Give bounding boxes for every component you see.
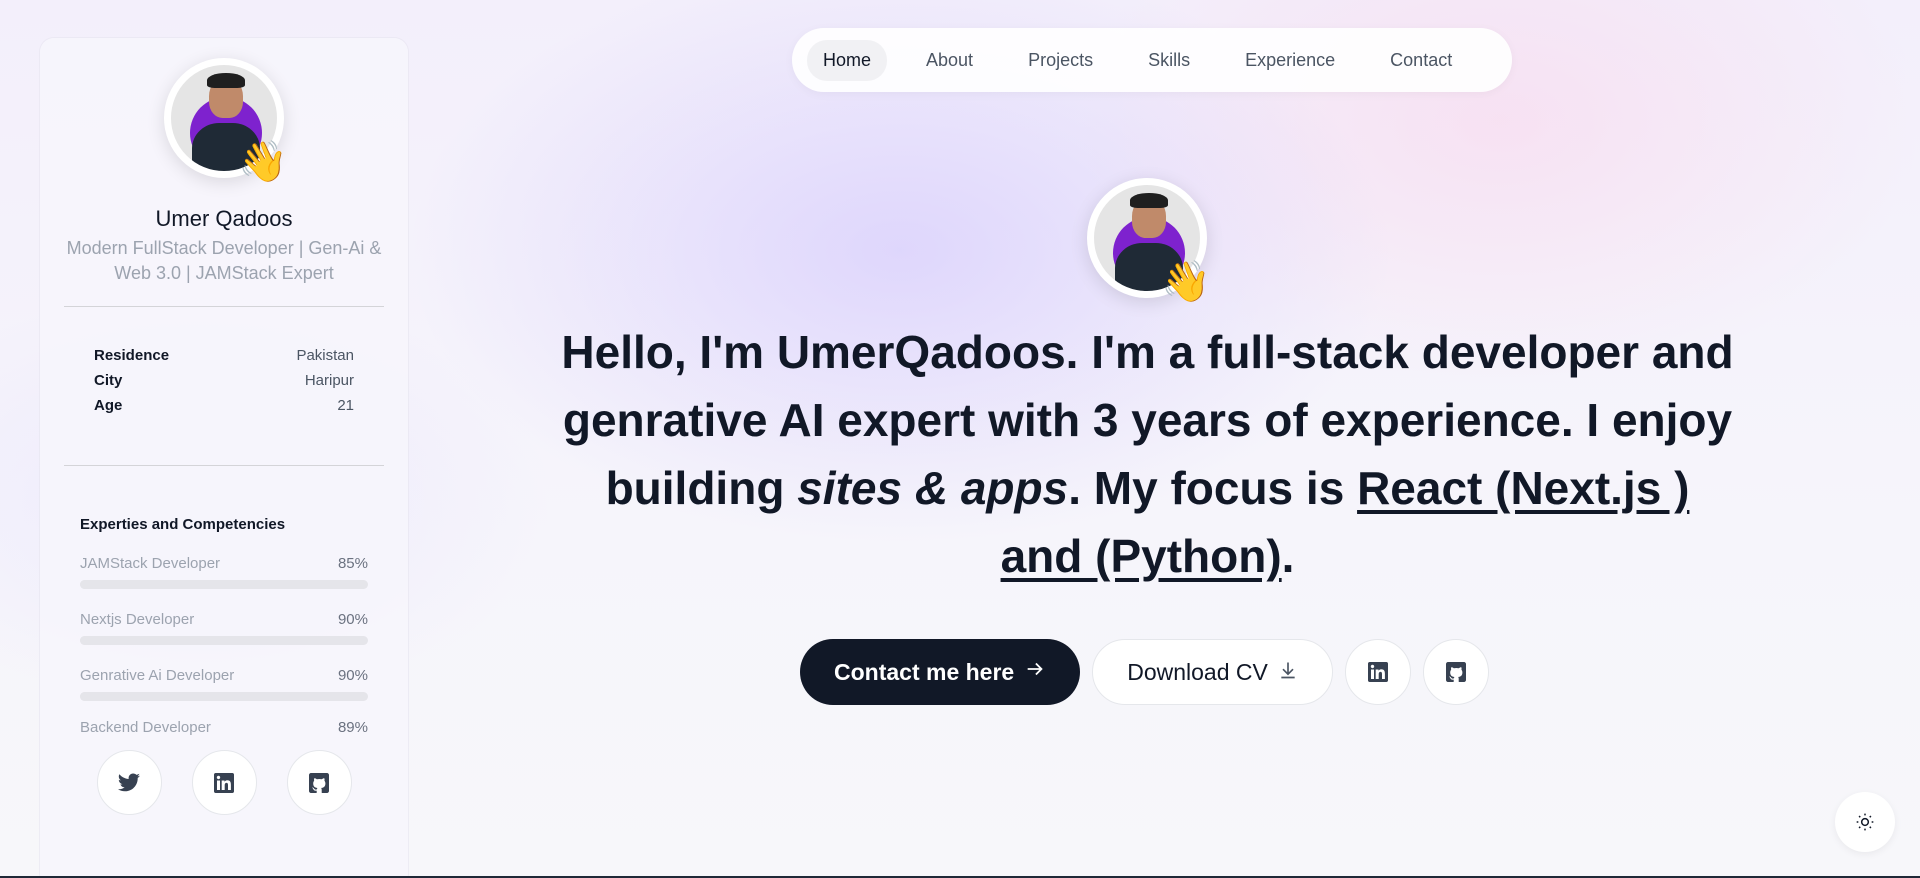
skill-item: JAMStack Developer 85% <box>80 555 368 589</box>
skill-percent: 89% <box>337 719 368 736</box>
social-links <box>96 750 352 815</box>
nav-home[interactable]: Home <box>807 39 888 81</box>
github-button[interactable] <box>286 750 352 815</box>
profile-name: Umer Qadoos <box>155 206 293 231</box>
download-cv-label: Download CV <box>1127 658 1268 685</box>
nav-projects[interactable]: Projects <box>1012 40 1109 81</box>
profile-sidebar: 👋 Umer Qadoos Modern FullStack Developer… <box>40 38 408 878</box>
profile-info: Residence Pakistan City Haripur Age 21 <box>94 347 354 422</box>
skill-name: Nextjs Developer <box>80 611 195 628</box>
top-navigation: Home About Projects Skills Experience Co… <box>792 28 1512 92</box>
skill-item: Genrative Ai Developer 90% <box>80 667 368 701</box>
info-label: City <box>94 372 123 389</box>
linkedin-icon <box>214 772 234 793</box>
skills-title: Experties and Competencies <box>80 516 286 533</box>
hero-text-part: I'm a <box>1078 326 1207 378</box>
github-icon <box>1445 662 1466 682</box>
avatar: 👋 <box>164 58 288 182</box>
info-row-city: City Haripur <box>94 372 354 397</box>
arrow-right-icon <box>1024 658 1046 686</box>
info-label: Age <box>94 397 123 414</box>
nav-about[interactable]: About <box>910 40 989 81</box>
nav-experience[interactable]: Experience <box>1229 40 1351 81</box>
profile-role: Modern FullStack Developer | Gen-Ai & We… <box>66 238 382 283</box>
divider <box>64 306 384 307</box>
waving-hand-icon: 👋 <box>238 140 288 184</box>
hero-italic-part: sites & apps <box>797 462 1069 514</box>
divider <box>64 465 384 466</box>
skill-progress-bar <box>80 636 368 645</box>
hero-actions: Contact me here Download CV <box>800 639 1489 705</box>
info-label: Residence <box>94 347 170 364</box>
skill-name: JAMStack Developer <box>80 555 221 572</box>
linkedin-button[interactable] <box>191 750 257 815</box>
skill-progress-bar <box>80 580 368 589</box>
contact-button[interactable]: Contact me here <box>800 639 1081 705</box>
github-button[interactable] <box>1422 639 1489 705</box>
hero-text-part: with <box>975 394 1093 446</box>
hero-avatar: 👋 <box>1087 178 1211 302</box>
nav-contact[interactable]: Contact <box>1374 40 1468 81</box>
waving-hand-icon: 👋 <box>1161 260 1211 304</box>
info-value: 21 <box>337 397 354 414</box>
nav-skills[interactable]: Skills <box>1132 40 1206 81</box>
info-value: Pakistan <box>296 347 354 364</box>
hero-bold-part: 3 years <box>1092 394 1252 446</box>
info-row-age: Age 21 <box>94 397 354 422</box>
hero-heading: Hello, I'm UmerQadoos. I'm a full-stack … <box>560 318 1735 590</box>
skill-name: Backend Developer <box>80 719 211 736</box>
theme-toggle-button[interactable] <box>1835 792 1895 852</box>
skill-progress-bar <box>80 692 368 701</box>
download-cv-button[interactable]: Download CV <box>1092 639 1333 705</box>
download-icon <box>1278 659 1298 686</box>
hero-text-part: . <box>1281 530 1295 582</box>
hero-bold-part: full-stack developer <box>1207 326 1640 378</box>
twitter-button[interactable] <box>96 750 162 815</box>
github-icon <box>309 772 329 793</box>
contact-button-label: Contact me here <box>834 658 1015 685</box>
hero-text-part: . My focus is <box>1068 462 1358 514</box>
hero-greeting: Hello, I'm UmerQadoos. <box>561 326 1079 378</box>
skill-item: Nextjs Developer 90% <box>80 611 368 645</box>
info-row-residence: Residence Pakistan <box>94 347 354 372</box>
hero-text-part: and <box>1639 326 1734 378</box>
hero-bold-part: genrative AI expert <box>562 394 976 446</box>
twitter-icon <box>118 773 140 791</box>
skill-item: Backend Developer 89% <box>80 719 368 736</box>
linkedin-button[interactable] <box>1344 639 1411 705</box>
skill-name: Genrative Ai Developer <box>80 667 235 684</box>
sun-icon <box>1856 813 1874 831</box>
skill-percent: 90% <box>337 667 368 684</box>
linkedin-icon <box>1367 662 1388 682</box>
info-value: Haripur <box>304 372 354 389</box>
skill-percent: 90% <box>337 611 368 628</box>
skill-percent: 85% <box>337 555 368 572</box>
